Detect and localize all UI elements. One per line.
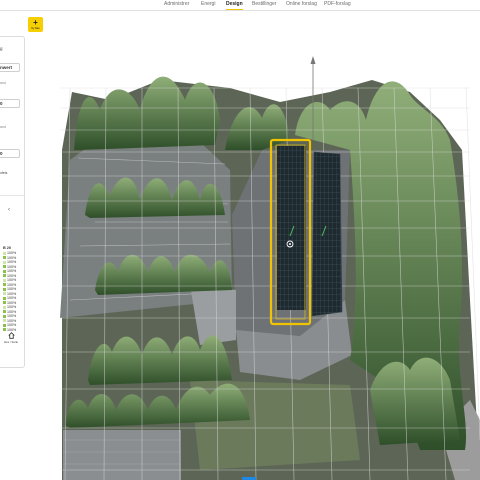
add-surface-label: Ny flate [31,27,40,30]
panel-select-1-value: nwert [0,65,13,70]
tab-online-forslag[interactable]: Online forslag [286,0,317,9]
collapse-toggle[interactable]: ‹ [8,207,10,213]
panel-select-1[interactable]: nwert [0,63,20,72]
solar-array-secondary[interactable] [311,151,343,317]
list-item: 100% [3,278,16,282]
panel-input-3[interactable]: 0 [0,149,20,158]
tab-administrer[interactable]: Administrer [164,0,189,9]
panel-label-1: g [0,46,3,51]
list-item: 100% [3,287,16,291]
tab-design[interactable]: Design [226,0,243,10]
list-item: 100% [3,260,16,264]
list-item: 100% [3,328,16,332]
panel-label-3: and [0,125,6,129]
raise-lower-label: Hev / Senk [4,340,18,344]
tab-pdf-forslag[interactable]: PDF-forslag [324,0,351,9]
tab-energi[interactable]: Energi [201,0,215,9]
panel-input-2-value: 0 [0,101,3,106]
panel-label-4: ofeis [0,171,8,175]
list-item: 100% [3,301,16,305]
street-block [63,430,181,480]
list-item: 100% [3,269,16,273]
list-item: 100% [3,265,16,269]
list-item: 100% [3,310,16,314]
list-item: 100% [3,292,16,296]
list-item: 100% [3,323,16,327]
list-item: 100% [3,274,16,278]
list-item: 100% [3,314,16,318]
shade-list-header: B 20 [3,246,12,250]
top-navigation: Administrer Energi Design Bestillinger O… [0,0,480,11]
list-item: 100% [3,283,16,287]
list-item: 100% [3,319,16,323]
side-panel: g nwert and 0 and 0 ofeis ‹ B 20 100% 10… [0,36,25,368]
list-item: 100% [3,251,16,255]
panel-divider [0,195,24,196]
tab-bestillinger[interactable]: Bestillinger [252,0,276,9]
map-viewport[interactable] [0,0,480,480]
plus-icon: + [33,18,38,27]
home-icon [7,332,15,339]
list-item: 100% [3,305,16,309]
add-surface-button[interactable]: + Ny flate [28,17,43,32]
list-item: 100% [3,256,16,260]
panel-label-2: and [0,81,6,85]
panel-input-3-value: 0 [0,151,3,156]
raise-lower-button[interactable]: Hev / Senk [2,332,20,348]
list-item: 100% [3,296,16,300]
panel-input-2[interactable]: 0 [0,99,20,108]
